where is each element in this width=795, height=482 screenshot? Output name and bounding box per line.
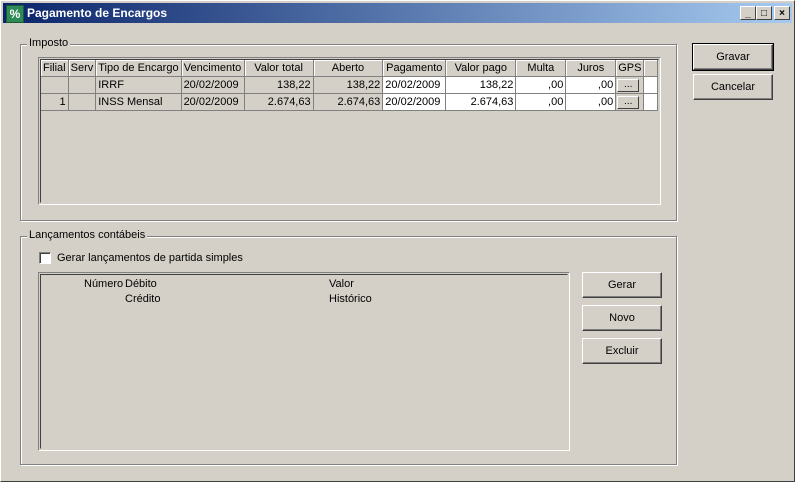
cell-aberto: 138,22: [313, 76, 384, 94]
col-vencimento[interactable]: Vencimento: [181, 60, 245, 77]
maximize-button[interactable]: □: [756, 6, 772, 20]
close-button[interactable]: ×: [774, 6, 790, 20]
cell-tipo: IRRF: [95, 76, 182, 94]
imposto-header-row: Filial Serv Tipo de Encargo Vencimento V…: [41, 60, 658, 77]
imposto-table: Filial Serv Tipo de Encargo Vencimento V…: [41, 60, 658, 111]
gps-ellipsis-button[interactable]: ...: [617, 96, 640, 109]
partida-simples-label[interactable]: Gerar lançamentos de partida simples: [57, 252, 243, 264]
minimize-button[interactable]: _: [740, 6, 756, 20]
novo-button[interactable]: Novo: [582, 305, 662, 331]
cell-filial: [41, 76, 69, 94]
cell-valor-pago-input[interactable]: 2.674,63: [445, 93, 517, 111]
gps-ellipsis-button[interactable]: ...: [617, 79, 640, 92]
cell-pagamento-input[interactable]: 20/02/2009: [382, 76, 447, 94]
header-credito: Crédito: [125, 293, 161, 305]
imposto-group-label: Imposto: [27, 37, 71, 49]
header-historico: Histórico: [329, 293, 372, 305]
lancamentos-list[interactable]: Número Débito Valor Crédito Histórico: [38, 272, 570, 451]
col-tipo-encargo[interactable]: Tipo de Encargo: [95, 60, 182, 77]
cell-gps: ...: [615, 76, 645, 94]
cell-pagamento-input[interactable]: 20/02/2009: [382, 93, 447, 111]
cell-valor-total: 138,22: [244, 76, 314, 94]
header-numero: Número: [84, 278, 124, 290]
col-valor-total[interactable]: Valor total: [244, 60, 314, 77]
col-valor-pago[interactable]: Valor pago: [445, 60, 517, 77]
col-juros[interactable]: Juros: [565, 60, 617, 77]
col-aberto[interactable]: Aberto: [313, 60, 384, 77]
cell-vencimento: 20/02/2009: [181, 76, 245, 94]
cancelar-button[interactable]: Cancelar: [693, 74, 773, 100]
cell-gps: ...: [615, 93, 645, 111]
cell-serv: [68, 93, 97, 111]
table-row[interactable]: IRRF 20/02/2009 138,22 138,22 20/02/2009…: [41, 76, 658, 94]
col-serv[interactable]: Serv: [68, 60, 97, 77]
lancamentos-group-label: Lançamentos contábeis: [27, 229, 148, 241]
cell-tipo: INSS Mensal: [95, 93, 182, 111]
cell-multa-input[interactable]: ,00: [515, 93, 567, 111]
gravar-button[interactable]: Gravar: [692, 43, 774, 71]
col-filial[interactable]: Filial: [41, 60, 69, 77]
col-pagamento[interactable]: Pagamento: [382, 60, 447, 77]
cell-juros-input[interactable]: ,00: [565, 76, 617, 94]
cell-serv: [68, 76, 97, 94]
title-bar[interactable]: % Pagamento de Encargos _ □ ×: [3, 3, 792, 23]
main-window: % Pagamento de Encargos _ □ × Imposto Fi…: [0, 0, 795, 482]
partida-simples-checkbox[interactable]: [39, 252, 51, 264]
header-valor: Valor: [329, 278, 354, 290]
cell-juros-input[interactable]: ,00: [565, 93, 617, 111]
cell-valor-pago-input[interactable]: 138,22: [445, 76, 517, 94]
table-row[interactable]: 1 INSS Mensal 20/02/2009 2.674,63 2.674,…: [41, 93, 658, 111]
cell-multa-input[interactable]: ,00: [515, 76, 567, 94]
col-gps[interactable]: GPS: [615, 60, 645, 77]
col-multa[interactable]: Multa: [515, 60, 567, 77]
cell-vencimento: 20/02/2009: [181, 93, 245, 111]
cell-extra: [643, 76, 658, 94]
header-debito: Débito: [125, 278, 157, 290]
cell-filial: 1: [41, 93, 69, 111]
gerar-button[interactable]: Gerar: [582, 272, 662, 298]
cell-extra: [643, 93, 658, 111]
excluir-button[interactable]: Excluir: [582, 338, 662, 364]
window-title: Pagamento de Encargos: [27, 6, 168, 20]
cell-aberto: 2.674,63: [313, 93, 384, 111]
col-extra: [643, 60, 658, 77]
app-percent-icon: %: [6, 5, 24, 23]
cell-valor-total: 2.674,63: [244, 93, 314, 111]
imposto-grid[interactable]: Filial Serv Tipo de Encargo Vencimento V…: [38, 57, 661, 205]
